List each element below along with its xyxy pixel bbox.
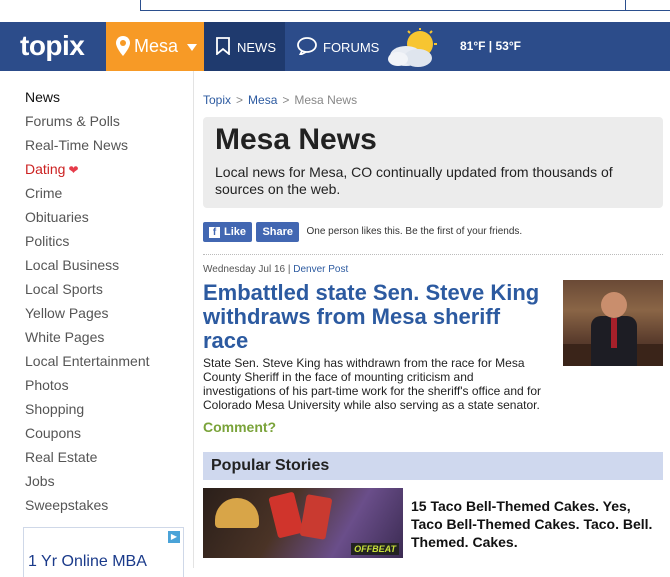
sidebar-ad[interactable]: ▶ 1 Yr Online MBA — [23, 527, 184, 577]
sidebar-item-news[interactable]: News — [25, 87, 150, 111]
like-count-note: One person likes this. Be the first of y… — [306, 226, 523, 237]
chevron-down-icon — [187, 44, 197, 51]
sidebar-item-photos[interactable]: Photos — [25, 375, 150, 399]
breadcrumb-current: Mesa News — [294, 93, 358, 107]
sidebar-item-white-pages[interactable]: White Pages — [25, 327, 150, 351]
top-navbar: topix Mesa NEWS FORUMS 81°F | 53°F — [0, 22, 670, 71]
top-strip-frame — [140, 0, 670, 11]
breadcrumb-separator: > — [282, 93, 290, 107]
sidebar-item-real-time-news[interactable]: Real-Time News — [25, 135, 150, 159]
breadcrumb-city[interactable]: Mesa — [248, 93, 277, 107]
sidebar-item-dating-label: Dating — [25, 161, 66, 177]
article-date: Wednesday Jul 16 — [203, 264, 286, 275]
sidebar-item-sweepstakes[interactable]: Sweepstakes — [25, 495, 150, 519]
page-description: Local news for Mesa, CO continually upda… — [215, 164, 613, 197]
photo-tie — [611, 318, 617, 348]
top-strip — [0, 0, 670, 22]
nav-news-label: NEWS — [237, 40, 276, 55]
temperature-readout: 81°F | 53°F — [460, 39, 521, 53]
story-title[interactable]: 15 Taco Bell-Themed Cakes. Yes, Taco Bel… — [411, 497, 663, 551]
sidebar-item-crime[interactable]: Crime — [25, 183, 150, 207]
social-bar: f Like Share One person likes this. Be th… — [203, 222, 522, 243]
article-photo[interactable] — [563, 280, 663, 366]
article-headline[interactable]: Embattled state Sen. Steve King withdraw… — [203, 281, 543, 353]
facebook-icon: f — [209, 227, 220, 238]
map-pin-icon — [116, 36, 130, 56]
sidebar-item-real-estate[interactable]: Real Estate — [25, 447, 150, 471]
page-header: Mesa News Local news for Mesa, CO contin… — [203, 117, 663, 208]
like-label: Like — [224, 226, 247, 238]
article-source[interactable]: Denver Post — [293, 264, 348, 275]
bookmark-icon — [216, 37, 230, 55]
sidebar-item-local-entertainment[interactable]: Local Entertainment — [25, 351, 150, 375]
sidebar-nav: News Forums & Polls Real-Time News Datin… — [25, 87, 150, 519]
page-title: Mesa News — [215, 123, 377, 156]
offbeat-badge: OFFBEAT — [351, 543, 399, 555]
sidebar-item-dating[interactable]: Dating ❤ — [25, 159, 150, 183]
breadcrumb-home[interactable]: Topix — [203, 93, 231, 107]
breadcrumb: Topix > Mesa > Mesa News — [203, 93, 357, 107]
taco-cake-shape — [215, 498, 259, 528]
nav-forums[interactable]: FORUMS — [285, 22, 380, 71]
sidebar-item-local-business[interactable]: Local Business — [25, 255, 150, 279]
adchoices-icon[interactable]: ▶ — [168, 531, 180, 543]
article-meta: Wednesday Jul 16 | Denver Post — [203, 264, 349, 275]
left-sidebar: News Forums & Polls Real-Time News Datin… — [0, 71, 194, 577]
sidebar-item-jobs[interactable]: Jobs — [25, 471, 150, 495]
sidebar-item-coupons[interactable]: Coupons — [25, 423, 150, 447]
location-selector[interactable]: Mesa — [106, 22, 204, 71]
nav-news[interactable]: NEWS — [204, 22, 285, 71]
breadcrumb-separator: > — [236, 93, 244, 107]
ad-text[interactable]: 1 Yr Online MBA — [28, 553, 147, 571]
sidebar-item-shopping[interactable]: Shopping — [25, 399, 150, 423]
heart-icon: ❤ — [68, 163, 79, 177]
story-thumbnail[interactable]: OFFBEAT — [203, 488, 403, 558]
sidebar-item-politics[interactable]: Politics — [25, 231, 150, 255]
comment-link[interactable]: Comment? — [203, 419, 276, 435]
popular-stories-title: Popular Stories — [211, 457, 330, 474]
sidebar-item-forums-polls[interactable]: Forums & Polls — [25, 111, 150, 135]
facebook-share-button[interactable]: Share — [256, 222, 300, 242]
partly-cloudy-icon — [388, 28, 437, 67]
nav-forums-label: FORUMS — [323, 40, 380, 55]
popular-stories-header: Popular Stories — [203, 452, 663, 480]
sidebar-item-yellow-pages[interactable]: Yellow Pages — [25, 303, 150, 327]
sidebar-item-obituaries[interactable]: Obituaries — [25, 207, 150, 231]
divider — [203, 254, 663, 255]
photo-face — [601, 292, 627, 318]
speech-bubble-icon — [297, 37, 317, 55]
location-label: Mesa — [134, 36, 179, 56]
topix-logo[interactable]: topix — [20, 30, 85, 62]
sidebar-item-local-sports[interactable]: Local Sports — [25, 279, 150, 303]
top-strip-tick — [625, 0, 626, 11]
facebook-like-button[interactable]: f Like — [203, 222, 253, 242]
article-summary: State Sen. Steve King has withdrawn from… — [203, 356, 542, 412]
sauce-packet-shape — [268, 491, 304, 539]
sauce-packet-shape — [299, 494, 333, 540]
